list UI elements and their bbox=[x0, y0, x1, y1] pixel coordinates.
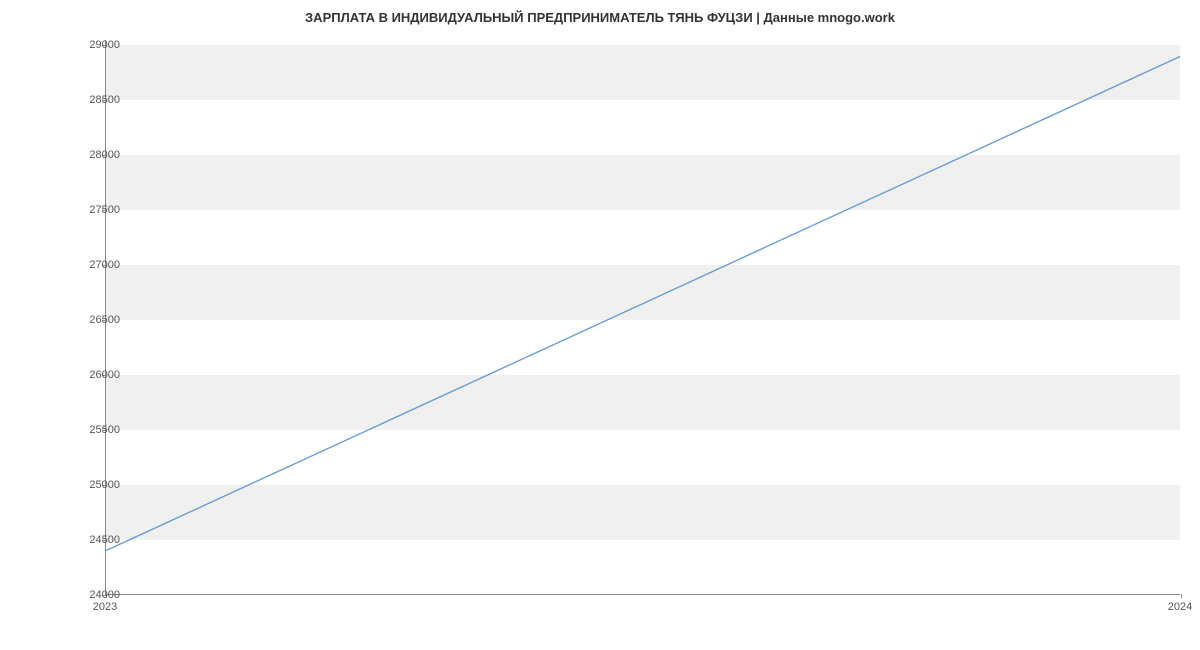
x-tick-label: 2023 bbox=[93, 601, 117, 613]
y-tick-label: 26000 bbox=[70, 369, 120, 381]
y-tick-label: 27000 bbox=[70, 259, 120, 271]
y-tick-label: 25000 bbox=[70, 479, 120, 491]
x-tick-label: 2024 bbox=[1168, 601, 1192, 613]
data-line bbox=[105, 56, 1180, 551]
x-tick-mark bbox=[1181, 594, 1182, 598]
y-tick-label: 25500 bbox=[70, 424, 120, 436]
y-tick-label: 29000 bbox=[70, 39, 120, 51]
y-tick-label: 24500 bbox=[70, 534, 120, 546]
y-tick-label: 28000 bbox=[70, 149, 120, 161]
y-tick-label: 27500 bbox=[70, 204, 120, 216]
y-tick-label: 28500 bbox=[70, 94, 120, 106]
chart-title: ЗАРПЛАТА В ИНДИВИДУАЛЬНЫЙ ПРЕДПРИНИМАТЕЛ… bbox=[0, 0, 1200, 25]
y-tick-label: 24000 bbox=[70, 589, 120, 601]
y-tick-label: 26500 bbox=[70, 314, 120, 326]
chart-plot-area bbox=[105, 40, 1180, 595]
